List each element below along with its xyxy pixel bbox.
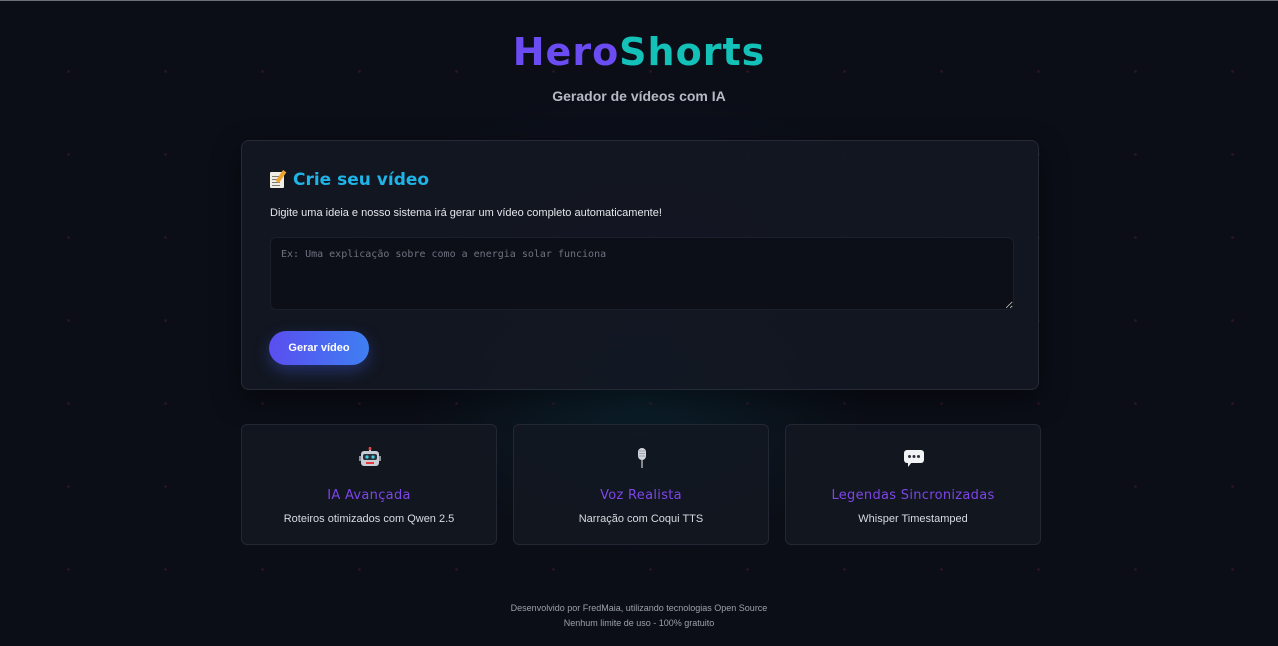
header: HeroShorts Gerador de vídeos com IA [0, 28, 1278, 104]
feature-title-ia: IA Avançada [327, 488, 411, 503]
subtitle: Gerador de vídeos com IA [552, 88, 726, 104]
card-title: Crie seu vídeo [270, 170, 429, 190]
footer: Desenvolvido por FredMaia, utilizando te… [0, 601, 1278, 631]
feature-title-legendas: Legendas Sincronizadas [831, 488, 995, 503]
feature-card-ia: IA Avançada Roteiros otimizados com Qwen… [241, 424, 497, 545]
feature-desc-ia: Roteiros otimizados com Qwen 2.5 [283, 513, 455, 525]
feature-title-voz: Voz Realista [600, 488, 682, 503]
microphone-icon [638, 448, 646, 468]
logo-part-shorts: Shorts [619, 30, 766, 74]
feature-card-voz: Voz Realista Narração com Coqui TTS [513, 424, 769, 545]
feature-card-legendas: Legendas Sincronizadas Whisper Timestamp… [785, 424, 1041, 545]
video-idea-input[interactable] [270, 237, 1014, 310]
card-title-text: Crie seu vídeo [293, 170, 430, 190]
logo: HeroShorts [0, 28, 1278, 76]
logo-part-hero: Hero [512, 30, 620, 74]
feature-desc-voz: Narração com Coqui TTS [578, 513, 704, 525]
top-border [0, 0, 1278, 1]
footer-usage-note: Nenhum limite de uso - 100% gratuito [563, 618, 715, 628]
card-description: Digite uma ideia e nosso sistema irá ger… [270, 207, 662, 219]
create-video-card: Crie seu vídeo Digite uma ideia e nosso … [241, 140, 1039, 390]
features-section: IA Avançada Roteiros otimizados com Qwen… [241, 424, 1041, 545]
robot-icon [359, 447, 381, 466]
footer-credits: Desenvolvido por FredMaia, utilizando te… [510, 603, 768, 613]
generate-video-button[interactable]: Gerar vídeo [269, 331, 369, 365]
speech-bubble-icon [904, 450, 924, 467]
feature-desc-legendas: Whisper Timestamped [858, 513, 968, 525]
memo-icon [270, 172, 284, 188]
